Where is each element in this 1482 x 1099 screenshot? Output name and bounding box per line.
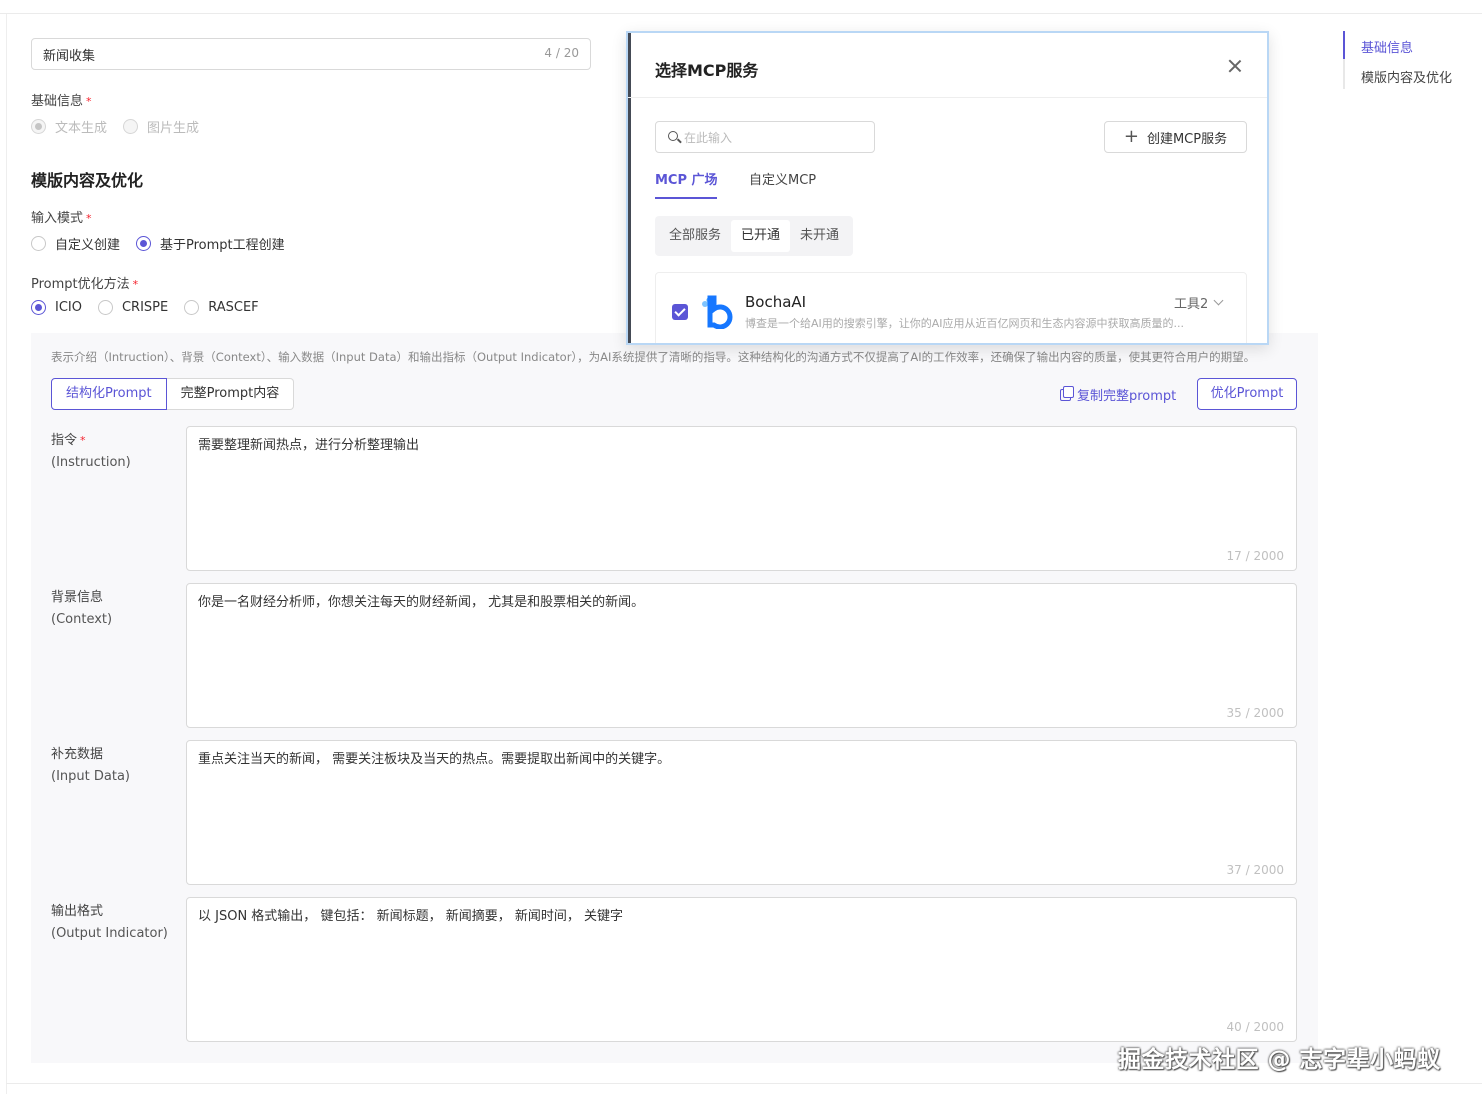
bochaai-logo-icon — [702, 295, 733, 329]
instruction-value: 需要整理新闻热点，进行分析整理输出 — [198, 438, 420, 453]
service-description: 博查是一个给AI用的搜索引擎，让你的AI应用从近百亿网页和生态内容源中获取高质量… — [745, 317, 1185, 330]
section-title: 模版内容及优化 — [31, 171, 144, 190]
radio-circle — [184, 300, 200, 315]
radio-prompt-engineering-create[interactable]: 基于Prompt工程创建 — [136, 234, 285, 253]
anchor-item-template-content[interactable]: 模版内容及优化 — [1361, 67, 1452, 86]
tab-full-prompt[interactable]: 完整Prompt内容 — [166, 378, 295, 410]
radio-circle — [31, 119, 46, 134]
output-indicator-count: 40 / 2000 — [1226, 1020, 1284, 1034]
radio-image-generation[interactable]: 图片生成 — [123, 117, 199, 136]
anchor-item-basic-info[interactable]: 基础信息 — [1361, 37, 1413, 56]
input-data-textarea[interactable]: 重点关注当天的新闻， 需要关注板块及当天的热点。需要提取出新闻中的关键字。 37… — [186, 740, 1297, 885]
select-mcp-modal: 选择MCP服务 + 创建MCP服务 MCP 广场 自定义MCP 全部服务 已开通… — [626, 31, 1269, 345]
active-tab-indicator — [655, 197, 717, 199]
prompt-method-radio-group: ICIO CRISPE RASCEF — [31, 300, 275, 315]
radio-circle — [136, 236, 152, 251]
output-indicator-textarea[interactable]: 以 JSON 格式输出， 键包括： 新闻标题， 新闻摘要， 新闻时间， 关键字 … — [186, 897, 1297, 1042]
mcp-search-field[interactable] — [655, 121, 875, 153]
output-indicator-value: 以 JSON 格式输出， 键包括： 新闻标题， 新闻摘要， 新闻时间， 关键字 — [198, 909, 623, 924]
field-label-context: 背景信息 (Context) — [51, 590, 113, 627]
template-name-input[interactable]: 新闻收集 4 / 20 — [31, 38, 591, 70]
tab-mcp-square[interactable]: MCP 广场 — [655, 169, 718, 188]
create-mcp-label: 创建MCP服务 — [1146, 131, 1228, 147]
prompt-method-label: Prompt优化方法 * — [31, 277, 139, 292]
field-label-instruction: 指令 * (Instruction) — [51, 433, 131, 470]
service-tools-label: 工具2 — [1174, 297, 1209, 312]
anchor-active-bar — [1343, 31, 1345, 59]
tab-custom-mcp[interactable]: 自定义MCP — [749, 169, 816, 188]
service-name: BochaAI — [745, 293, 807, 311]
search-icon — [668, 131, 678, 141]
radio-circle — [31, 300, 46, 315]
radio-circle — [31, 236, 46, 251]
close-icon[interactable] — [1226, 57, 1244, 75]
service-tools-dropdown[interactable]: 工具2 — [1174, 293, 1224, 312]
input-mode-radio-group: 自定义创建 基于Prompt工程创建 — [31, 234, 301, 253]
context-value: 你是一名财经分析师，你想关注每天的财经新闻， 尤其是和股票相关的新闻。 — [198, 595, 645, 610]
filter-all-services[interactable]: 全部服务 — [659, 220, 731, 252]
context-textarea[interactable]: 你是一名财经分析师，你想关注每天的财经新闻， 尤其是和股票相关的新闻。 35 /… — [186, 583, 1297, 728]
input-mode-label: 输入模式 * — [31, 211, 92, 226]
mcp-search-input[interactable] — [684, 128, 864, 148]
filter-enabled[interactable]: 已开通 — [731, 220, 791, 252]
field-label-input-data: 补充数据 (Input Data) — [51, 747, 130, 784]
watermark: 掘金技术社区 @ 志字辈小蚂蚁 — [1118, 1047, 1441, 1073]
mcp-filter-group: 全部服务 已开通 未开通 — [655, 216, 854, 256]
template-name-value: 新闻收集 — [43, 49, 96, 64]
context-count: 35 / 2000 — [1226, 706, 1284, 720]
chevron-down-icon — [1213, 295, 1224, 306]
modal-edge-accent — [628, 33, 631, 343]
modal-title: 选择MCP服务 — [655, 61, 759, 80]
service-checkbox[interactable] — [672, 304, 688, 320]
instruction-textarea[interactable]: 需要整理新闻热点，进行分析整理输出 17 / 2000 — [186, 426, 1297, 571]
copy-icon — [1060, 385, 1074, 401]
basic-info-label: 基础信息 * — [31, 94, 92, 109]
top-divider — [0, 13, 1482, 14]
modal-divider — [628, 97, 1267, 98]
radio-text-generation[interactable]: 文本生成 — [31, 117, 107, 136]
filter-not-enabled[interactable]: 未开通 — [790, 220, 849, 252]
plus-icon: + — [1123, 126, 1139, 147]
bottom-divider — [6, 1083, 1482, 1084]
radio-custom-create[interactable]: 自定义创建 — [31, 234, 120, 253]
input-data-value: 重点关注当天的新闻， 需要关注板块及当天的热点。需要提取出新闻中的关键字。 — [198, 752, 671, 767]
method-description: 表示介绍（Intruction）、背景（Context）、输入数据（Input … — [51, 350, 1256, 364]
copy-prompt-link[interactable]: 复制完整prompt — [1060, 385, 1176, 404]
radio-rascef[interactable]: RASCEF — [184, 300, 259, 315]
radio-crispe[interactable]: CRISPE — [97, 300, 168, 315]
basic-info-radio-group: 文本生成 图片生成 — [31, 117, 215, 136]
radio-circle — [123, 119, 139, 134]
anchor-nav-track — [1343, 31, 1345, 89]
input-data-count: 37 / 2000 — [1226, 863, 1284, 877]
create-mcp-button[interactable]: + 创建MCP服务 — [1104, 121, 1247, 153]
copy-prompt-label: 复制完整prompt — [1077, 389, 1177, 404]
mcp-service-card[interactable]: BochaAI 工具2 博查是一个给AI用的搜索引擎，让你的AI应用从近百亿网页… — [655, 272, 1247, 343]
field-label-output-indicator: 输出格式 (Output Indicator) — [51, 904, 168, 941]
radio-icio[interactable]: ICIO — [31, 300, 82, 315]
prompt-view-switch: 结构化Prompt 完整Prompt内容 — [51, 378, 295, 410]
tab-structured-prompt[interactable]: 结构化Prompt — [51, 378, 167, 410]
left-divider — [6, 14, 7, 1094]
template-name-count: 4 / 20 — [544, 46, 579, 60]
optimize-prompt-button[interactable]: 优化Prompt — [1197, 378, 1297, 410]
instruction-count: 17 / 2000 — [1226, 549, 1284, 563]
radio-circle — [97, 300, 113, 315]
